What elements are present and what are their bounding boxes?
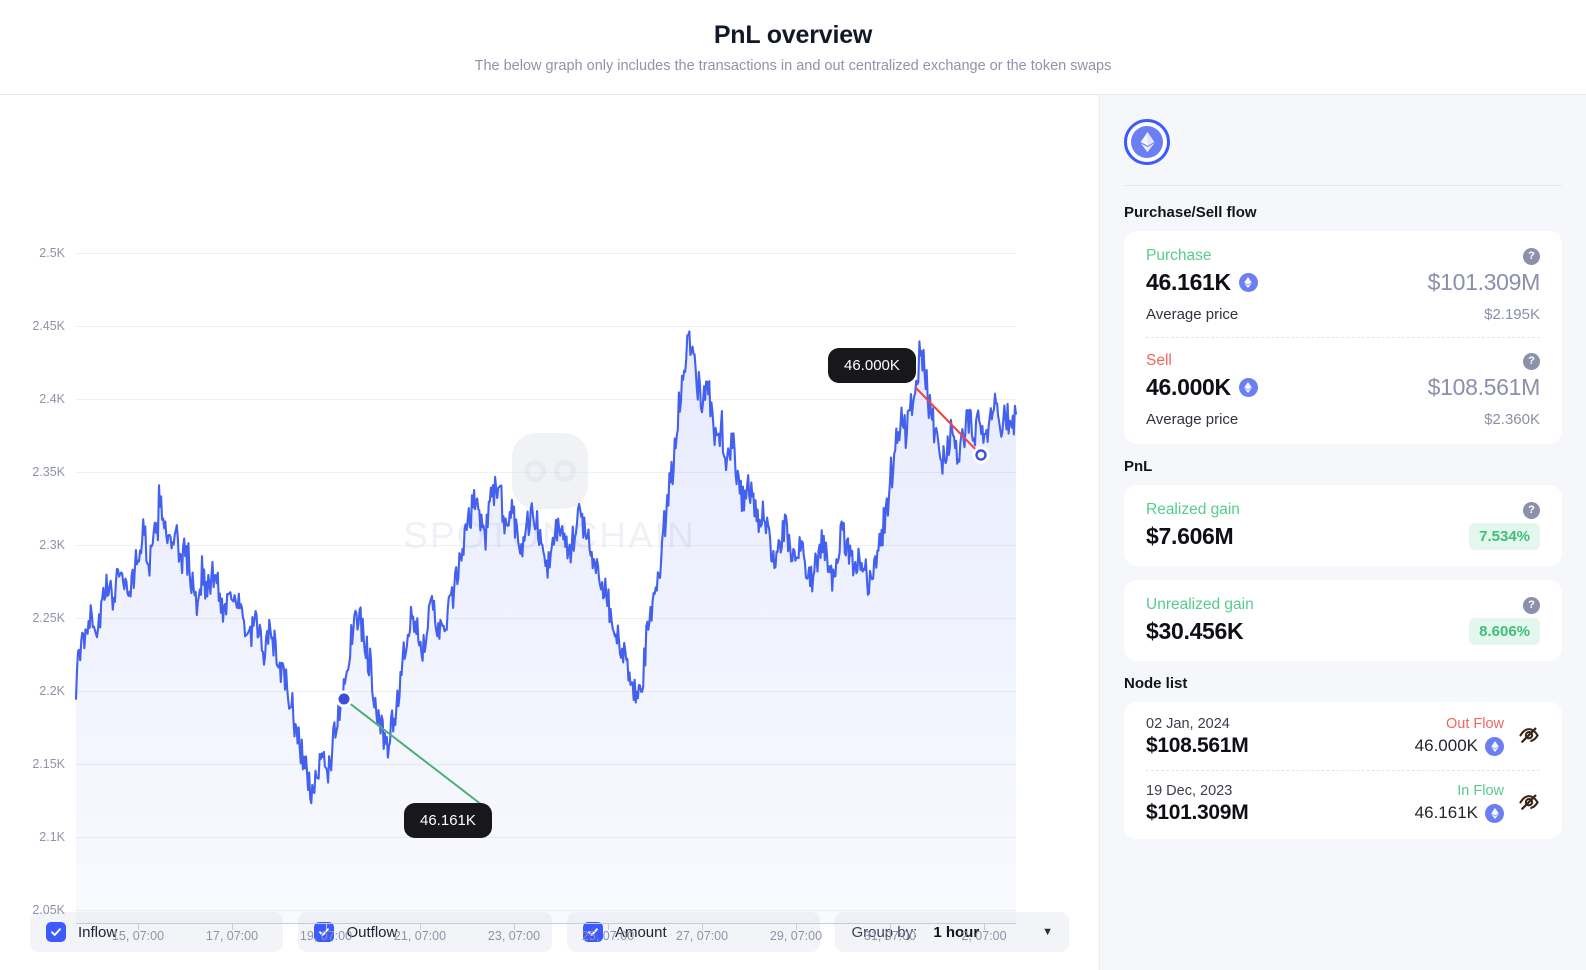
page-body: 2.5K 2.45K 2.4K 2.35K 2.3K 2.25K 2.2K 2.15K 2.1K…	[0, 95, 1586, 970]
node-list-card: 02 Jan, 2024 $108.561M Out Flow 46.000K	[1124, 702, 1562, 839]
node-row-divider	[1146, 770, 1540, 771]
node-qty-group: 46.000K	[1415, 736, 1504, 756]
node-flow-type: In Flow	[1457, 783, 1504, 799]
table-row[interactable]: 19 Dec, 2023 $101.309M In Flow 46.161K	[1146, 783, 1540, 825]
x-axis-tick: 31, 07:00	[863, 929, 917, 943]
node-flow-type: Out Flow	[1445, 716, 1504, 732]
card-divider	[1146, 337, 1540, 338]
details-sidebar: Purchase/Sell flow Purchase ? 46.161K $1…	[1100, 95, 1586, 970]
node-qty: 46.161K	[1414, 803, 1478, 822]
sell-average-row: Average price $2.360K	[1146, 411, 1540, 428]
x-axis-tick: 15, 07:00	[111, 929, 165, 943]
x-axis-tick: 23, 07:00	[487, 929, 541, 943]
sell-amount-group: 46.000K	[1146, 374, 1258, 401]
unrealized-header: Unrealized gain ?	[1146, 596, 1540, 614]
realized-values: $7.606M 7.534%	[1146, 523, 1540, 550]
realized-gain-card: Realized gain ? $7.606M 7.534%	[1124, 485, 1562, 566]
node-date: 19 Dec, 2023	[1146, 783, 1233, 799]
node-qty-group: 46.161K	[1415, 803, 1504, 823]
eth-icon-sell	[1238, 378, 1258, 397]
chart-area[interactable]: 2.5K 2.45K 2.4K 2.35K 2.3K 2.25K 2.2K 2.15K 2.1K…	[0, 95, 1099, 943]
unrealized-gain-card: Unrealized gain ? $30.456K 8.606%	[1124, 580, 1562, 661]
eth-icon-node-0	[1485, 736, 1504, 756]
chart-x-axis-line	[76, 923, 1016, 924]
purchase-average-value: $2.195K	[1484, 306, 1540, 323]
sell-average-value: $2.360K	[1484, 411, 1540, 428]
purchase-label: Purchase	[1146, 247, 1212, 264]
realized-header: Realized gain ?	[1146, 501, 1540, 519]
realized-gain-percent: 7.534%	[1469, 523, 1540, 550]
purchase-average-label: Average price	[1146, 306, 1239, 323]
purchase-sell-card: Purchase ? 46.161K $101.309M Average pri…	[1124, 231, 1562, 444]
purchase-amount-group: 46.161K	[1146, 269, 1258, 296]
realized-gain-label: Realized gain	[1146, 501, 1240, 518]
table-row[interactable]: 02 Jan, 2024 $108.561M Out Flow 46.000K	[1146, 716, 1540, 758]
x-axis-tick: 19, 07:00	[299, 929, 353, 943]
annotation-connector	[915, 387, 982, 456]
purchase-header: Purchase ?	[1146, 247, 1540, 265]
eth-icon-node-1	[1485, 803, 1504, 823]
pnl-title: PnL	[1124, 458, 1153, 475]
sidebar-divider	[1124, 185, 1562, 186]
x-axis-tick: 27, 07:00	[675, 929, 729, 943]
help-icon-purchase[interactable]: ?	[1523, 247, 1540, 265]
eth-icon-purchase	[1238, 273, 1258, 292]
node-list-title: Node list	[1124, 675, 1188, 692]
sell-amount: 46.000K	[1146, 374, 1231, 400]
unrealized-gain-percent: 8.606%	[1469, 618, 1540, 645]
node-left-0: 02 Jan, 2024 $108.561M	[1146, 716, 1415, 758]
sell-header: Sell ?	[1146, 352, 1540, 370]
sell-average-label: Average price	[1146, 411, 1239, 428]
page-header: PnL overview The below graph only includ…	[0, 0, 1586, 95]
node-right-1: In Flow 46.161K	[1415, 783, 1504, 823]
pnl-overview-page: PnL overview The below graph only includ…	[0, 0, 1586, 970]
purchase-usd: $101.309M	[1427, 269, 1541, 295]
page-title: PnL overview	[713, 21, 873, 49]
x-axis-tick: 17, 07:00	[205, 929, 259, 943]
x-axis-tick: 25, 07:00	[581, 929, 635, 943]
unrealized-gain-label: Unrealized gain	[1146, 596, 1254, 613]
help-icon-realized[interactable]: ?	[1523, 501, 1540, 519]
annotation-connector	[343, 698, 483, 806]
unrealized-values: $30.456K 8.606%	[1146, 618, 1540, 645]
unrealized-gain-value: $30.456K	[1146, 618, 1244, 644]
annotation-marker[interactable]	[338, 693, 350, 705]
chart-annotations	[335, 387, 990, 806]
annotation-tooltip-inflow[interactable]: 46.161K	[404, 803, 492, 838]
node-usd: $101.309M	[1146, 801, 1249, 824]
annotation-marker[interactable]	[975, 449, 987, 461]
node-right-0: Out Flow 46.000K	[1415, 716, 1504, 756]
x-axis-tick: 2, 07:00	[961, 929, 1007, 943]
node-left-1: 19 Dec, 2023 $101.309M	[1146, 783, 1415, 825]
node-usd: $108.561M	[1146, 734, 1249, 757]
sell-values: 46.000K $108.561M	[1146, 374, 1540, 401]
page-subtitle: The below graph only includes the transa…	[474, 58, 1112, 74]
sell-usd: $108.561M	[1427, 374, 1541, 400]
x-axis-tick: 29, 07:00	[769, 929, 823, 943]
x-axis-tick: 21, 07:00	[393, 929, 447, 943]
realized-gain-value: $7.606M	[1146, 523, 1234, 549]
node-qty: 46.000K	[1414, 736, 1478, 755]
eye-off-icon[interactable]	[1518, 793, 1540, 816]
node-date: 02 Jan, 2024	[1146, 716, 1230, 732]
eth-token-icon[interactable]	[1124, 119, 1170, 165]
help-icon-sell[interactable]: ?	[1523, 352, 1540, 370]
chart-pane: 2.5K 2.45K 2.4K 2.35K 2.3K 2.25K 2.2K 2.15K 2.1K…	[0, 95, 1100, 970]
purchase-amount: 46.161K	[1146, 269, 1231, 295]
annotation-tooltip-outflow[interactable]: 46.000K	[828, 348, 916, 383]
eye-off-icon[interactable]	[1518, 726, 1540, 749]
help-icon-unrealized[interactable]: ?	[1523, 596, 1540, 614]
purchase-sell-title: Purchase/Sell flow	[1124, 204, 1257, 221]
sell-label: Sell	[1146, 352, 1172, 369]
purchase-average-row: Average price $2.195K	[1146, 306, 1540, 323]
purchase-values: 46.161K $101.309M	[1146, 269, 1540, 296]
